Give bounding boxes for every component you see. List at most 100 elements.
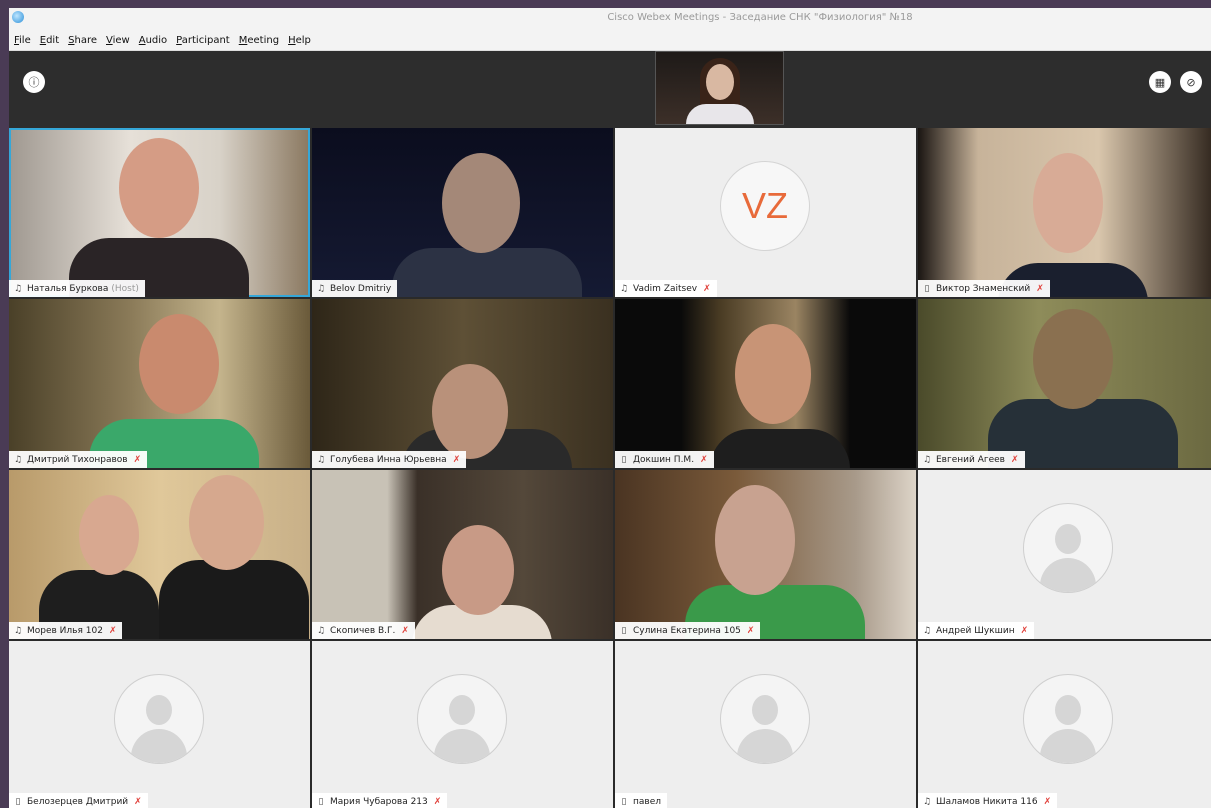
avatar-body	[434, 729, 490, 763]
participant-name-label: ♫ Vadim Zaitsev ✗	[615, 280, 717, 297]
headset-icon: ♫	[316, 625, 326, 636]
avatar-head	[752, 695, 778, 725]
video-person-body	[392, 248, 582, 297]
info-icon: ⓘ	[28, 76, 40, 89]
menu-edit[interactable]: Edit	[40, 35, 59, 46]
participant-tile[interactable]: ♫ Belov Dmitriy	[312, 128, 613, 297]
participant-tile[interactable]: ▯ Докшин П.М. ✗	[615, 299, 916, 468]
layout-button[interactable]: ▦	[1149, 71, 1171, 93]
menu-audio[interactable]: Audio	[139, 35, 167, 46]
participant-name-label: ♫ Евгений Агеев ✗	[918, 451, 1025, 468]
window-title: Cisco Webex Meetings - Заседание СНК "Фи…	[607, 12, 913, 23]
headset-icon: ♫	[922, 454, 932, 465]
muted-mic-icon: ✗	[401, 625, 409, 636]
participant-tile[interactable]: ♫ Наталья Буркова (Host)	[9, 128, 310, 297]
menu-file[interactable]: File	[14, 35, 31, 46]
muted-mic-icon: ✗	[133, 454, 142, 465]
video-person-face	[139, 314, 219, 414]
headset-icon: ♫	[619, 283, 629, 294]
video-person-face	[1033, 153, 1103, 253]
menu-participant[interactable]: Participant	[176, 35, 230, 46]
participant-tile[interactable]: ▯ павел	[615, 641, 916, 808]
video-person-face	[715, 485, 795, 595]
webex-window: Cisco Webex Meetings - Заседание СНК "Фи…	[9, 8, 1211, 808]
participant-initials-avatar: VZ	[720, 161, 810, 251]
menu-view[interactable]: View	[106, 35, 130, 46]
participant-tile[interactable]: VZ ♫ Vadim Zaitsev ✗	[615, 128, 916, 297]
default-avatar-icon	[1023, 503, 1113, 593]
participant-tile[interactable]: ♫ Голубева Инна Юрьевна ✗	[312, 299, 613, 468]
link-icon: ⊘	[1186, 75, 1196, 89]
phone-icon: ▯	[15, 796, 21, 807]
video-person-face	[442, 153, 520, 253]
participant-grid: ♫ Наталья Буркова (Host) ♫ Belov Dmitriy VZ…	[9, 128, 1211, 808]
participant-name-label: ▯ павел	[615, 793, 667, 808]
participant-name-label: ♫ Андрей Шукшин ✗	[918, 622, 1035, 639]
participant-name-label: ♫ Дмитрий Тихонравов ✗	[9, 451, 148, 468]
participant-tile[interactable]: ♫ Евгений Агеев ✗	[918, 299, 1211, 468]
muted-mic-icon: ✗	[703, 283, 711, 294]
headset-icon: ♫	[316, 283, 326, 294]
video-person-face	[442, 525, 514, 615]
muted-mic-icon: ✗	[134, 796, 142, 807]
participant-tile[interactable]: ♫ Дмитрий Тихонравов ✗	[9, 299, 310, 468]
participant-tile[interactable]: ▯ Сулина Екатерина 105 ✗	[615, 470, 916, 639]
participant-name-label: ▯ Виктор Знаменский ✗	[918, 280, 1050, 297]
muted-mic-icon: ✗	[746, 625, 755, 636]
avatar-body	[737, 729, 793, 763]
participant-name-label: ♫ Belov Dmitriy	[312, 280, 398, 297]
participant-name-label: ♫ Голубева Инна Юрьевна ✗	[312, 451, 467, 468]
headset-icon: ♫	[13, 283, 23, 294]
default-avatar-icon	[114, 674, 204, 764]
participant-name-label: ▯ Мария Чубарова 213 ✗	[312, 793, 448, 808]
video-person-face	[735, 324, 811, 424]
headset-icon: ♫	[13, 454, 23, 465]
avatar-body	[131, 729, 187, 763]
muted-mic-icon: ✗	[452, 454, 461, 465]
muted-mic-icon: ✗	[1043, 796, 1052, 807]
menu-help[interactable]: Help	[288, 35, 311, 46]
headset-icon: ♫	[922, 625, 932, 636]
phone-icon: ▯	[621, 454, 627, 465]
headset-icon: ♫	[922, 796, 932, 807]
video-person-face	[189, 475, 264, 570]
headset-icon: ♫	[13, 625, 23, 636]
participant-name-label: ▯ Докшин П.М. ✗	[615, 451, 714, 468]
muted-mic-icon: ✗	[433, 796, 442, 807]
title-bar: Cisco Webex Meetings - Заседание СНК "Фи…	[9, 8, 1211, 30]
menu-meeting[interactable]: Meeting	[239, 35, 279, 46]
menu-bar: File Edit Share View Audio Participant M…	[9, 30, 1211, 51]
muted-mic-icon: ✗	[1020, 625, 1029, 636]
lock-layout-button[interactable]: ⊘	[1180, 71, 1202, 93]
participant-tile[interactable]: ▯ Белозерцев Дмитрий ✗	[9, 641, 310, 808]
video-person-body	[686, 104, 754, 124]
info-button[interactable]: ⓘ	[23, 71, 45, 93]
default-avatar-icon	[1023, 674, 1113, 764]
headset-icon: ♫	[316, 454, 326, 465]
self-video-preview[interactable]	[655, 51, 784, 125]
participant-name-label: ▯ Белозерцев Дмитрий ✗	[9, 793, 148, 808]
participant-tile[interactable]: ▯ Виктор Знаменский ✗	[918, 128, 1211, 297]
participant-tile[interactable]: ♫ Андрей Шукшин ✗	[918, 470, 1211, 639]
participant-tile[interactable]: ♫ Шаламов Никита 116 ✗	[918, 641, 1211, 808]
menu-share[interactable]: Share	[68, 35, 97, 46]
participant-name-label: ♫ Шаламов Никита 116 ✗	[918, 793, 1058, 808]
muted-mic-icon: ✗	[1036, 283, 1044, 294]
muted-mic-icon: ✗	[108, 625, 117, 636]
avatar-head	[449, 695, 475, 725]
video-person-face	[706, 64, 734, 100]
avatar-body	[1040, 558, 1096, 592]
participant-tile[interactable]: ♫ Скопичев В.Г. ✗	[312, 470, 613, 639]
default-avatar-icon	[720, 674, 810, 764]
avatar-body	[1040, 729, 1096, 763]
avatar-head	[146, 695, 172, 725]
phone-icon: ▯	[621, 796, 627, 807]
participant-name-label: ♫ Наталья Буркова (Host)	[9, 280, 145, 297]
muted-mic-icon: ✗	[1010, 454, 1019, 465]
grid-icon: ▦	[1154, 75, 1166, 89]
participant-tile[interactable]: ▯ Мария Чубарова 213 ✗	[312, 641, 613, 808]
avatar-head	[1055, 524, 1081, 554]
video-person-body	[710, 429, 850, 468]
participant-tile[interactable]: ♫ Морев Илья 102 ✗	[9, 470, 310, 639]
muted-mic-icon: ✗	[700, 454, 708, 465]
